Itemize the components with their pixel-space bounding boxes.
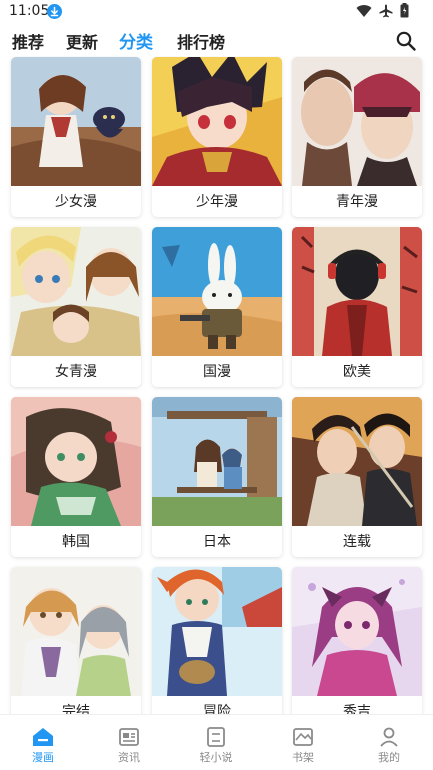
category-cover-image bbox=[152, 57, 282, 186]
category-cover-image bbox=[152, 567, 282, 696]
news-icon bbox=[118, 726, 140, 748]
category-card-adventure[interactable]: 冒险 bbox=[152, 567, 282, 714]
category-card-serializing[interactable]: 连载 bbox=[292, 397, 422, 557]
category-cover-image bbox=[11, 397, 141, 526]
tab-rankings[interactable]: 排行榜 bbox=[177, 29, 225, 53]
book-icon bbox=[205, 726, 227, 748]
bottom-nav-news[interactable]: 资讯 bbox=[86, 715, 172, 770]
category-label: 欧美 bbox=[343, 364, 371, 380]
category-cover-image bbox=[292, 227, 422, 356]
bottom-nav-label: 漫画 bbox=[32, 751, 54, 764]
category-label: 国漫 bbox=[203, 364, 231, 380]
battery-icon bbox=[400, 2, 409, 22]
category-label: 完结 bbox=[62, 704, 90, 714]
category-card-shoujo[interactable]: 少女漫 bbox=[11, 57, 141, 217]
category-card-seinen[interactable]: 青年漫 bbox=[292, 57, 422, 217]
top-tabs: 推荐 更新 分类 排行榜 bbox=[0, 24, 433, 56]
tab-categories[interactable]: 分类 bbox=[119, 28, 153, 53]
category-card-korean[interactable]: 韩国 bbox=[11, 397, 141, 557]
bottom-nav-light-novel[interactable]: 轻小说 bbox=[173, 715, 259, 770]
category-label: 女青漫 bbox=[55, 364, 97, 380]
category-cover-image bbox=[292, 567, 422, 696]
tab-updates[interactable]: 更新 bbox=[66, 29, 98, 53]
airplane-icon bbox=[379, 3, 393, 22]
category-cover-image bbox=[292, 397, 422, 526]
category-label: 冒险 bbox=[203, 704, 231, 714]
category-label: 韩国 bbox=[62, 534, 90, 550]
wifi-icon bbox=[356, 3, 372, 22]
category-card-josei[interactable]: 女青漫 bbox=[11, 227, 141, 387]
category-grid: 少女漫 少年漫 青年漫 女青漫 国漫 欧美 韩国 日本 连载 完结 冒险 秀吉 bbox=[0, 56, 433, 714]
home-icon bbox=[32, 726, 54, 748]
search-icon[interactable] bbox=[395, 30, 417, 52]
bottom-nav-label: 轻小说 bbox=[199, 751, 233, 764]
bookshelf-icon bbox=[292, 726, 314, 748]
category-label: 青年漫 bbox=[336, 194, 378, 210]
category-cover-image bbox=[292, 57, 422, 186]
bottom-nav-label: 资讯 bbox=[118, 751, 140, 764]
category-cover-image bbox=[11, 567, 141, 696]
bottom-nav-bookshelf[interactable]: 书架 bbox=[260, 715, 346, 770]
bottom-nav-comics[interactable]: 漫画 bbox=[0, 715, 86, 770]
category-label: 少年漫 bbox=[196, 194, 238, 210]
category-card-western[interactable]: 欧美 bbox=[292, 227, 422, 387]
category-cover-image bbox=[152, 227, 282, 356]
bottom-nav: 漫画 资讯 轻小说 书架 我的 bbox=[0, 714, 433, 770]
download-icon bbox=[47, 4, 62, 19]
bottom-nav-label: 书架 bbox=[292, 751, 314, 764]
category-label: 少女漫 bbox=[55, 194, 97, 210]
category-card-guoman[interactable]: 国漫 bbox=[152, 227, 282, 387]
category-cover-image bbox=[11, 227, 141, 356]
category-cover-image bbox=[11, 57, 141, 186]
bottom-nav-label: 我的 bbox=[378, 751, 400, 764]
category-label: 连载 bbox=[343, 534, 371, 550]
category-card-shounen[interactable]: 少年漫 bbox=[152, 57, 282, 217]
tab-recommend[interactable]: 推荐 bbox=[12, 29, 44, 53]
category-card-japanese[interactable]: 日本 bbox=[152, 397, 282, 557]
category-label: 日本 bbox=[203, 534, 231, 550]
category-cover-image bbox=[152, 397, 282, 526]
category-card-hideyoshi[interactable]: 秀吉 bbox=[292, 567, 422, 714]
bottom-nav-profile[interactable]: 我的 bbox=[346, 715, 432, 770]
profile-icon bbox=[378, 726, 400, 748]
status-bar: 11:05 bbox=[0, 0, 433, 24]
category-label: 秀吉 bbox=[343, 704, 371, 714]
status-time: 11:05 bbox=[9, 3, 50, 19]
category-card-completed[interactable]: 完结 bbox=[11, 567, 141, 714]
